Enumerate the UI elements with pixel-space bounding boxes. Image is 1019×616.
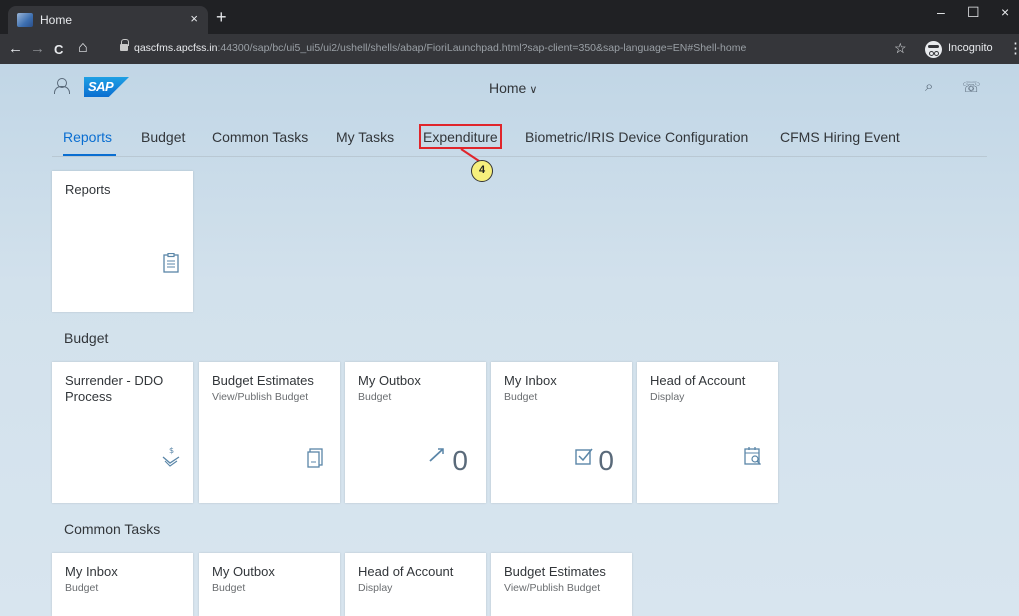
anchor-bar-divider xyxy=(52,156,987,157)
tile-subtitle: Budget xyxy=(504,391,538,403)
tile-title: Head of Account xyxy=(358,564,454,579)
tile-head-of-account-display[interactable]: Head of Account Display xyxy=(637,362,778,503)
back-arrow-icon[interactable]: ← xyxy=(8,40,23,57)
tab-my-tasks[interactable]: My Tasks xyxy=(336,129,394,145)
tile-subtitle: View/Publish Budget xyxy=(212,391,309,403)
tile-budget-estimates-common[interactable]: Budget Estimates View/Publish Budget xyxy=(491,553,632,616)
group-title-budget: Budget xyxy=(64,330,109,346)
shell-title[interactable]: Home ∨ xyxy=(489,80,537,96)
notifications-icon[interactable]: ☏ xyxy=(962,78,981,96)
incognito-icon xyxy=(925,41,942,58)
tile-title: Head of Account xyxy=(650,373,746,388)
chevron-down-icon: ∨ xyxy=(529,84,538,96)
tile-title: My Inbox xyxy=(504,373,557,388)
tab-title: Home xyxy=(40,13,73,27)
browser-tab-home[interactable]: Home × xyxy=(8,6,208,34)
tile-reports[interactable]: Reports xyxy=(52,171,193,312)
browser-toolbar: ← → C ⌂ qascfms.apcfss.in:44300/sap/bc/u… xyxy=(0,34,1019,64)
tile-subtitle: Budget xyxy=(212,582,246,594)
tile-my-outbox-budget[interactable]: My Outbox Budget 0 xyxy=(345,362,486,503)
tile-subtitle: View/Publish Budget xyxy=(504,582,601,594)
tile-title: My Outbox xyxy=(212,564,275,579)
paper-plane-icon xyxy=(429,448,444,462)
new-tab-button[interactable]: + xyxy=(216,8,227,26)
tile-subtitle: Budget xyxy=(358,391,392,403)
tile-title: My Outbox xyxy=(358,373,421,388)
active-tab-indicator xyxy=(63,154,116,156)
tab-budget[interactable]: Budget xyxy=(141,129,185,145)
money-hand-icon: $ xyxy=(162,446,180,467)
reload-icon[interactable]: C xyxy=(54,42,63,57)
tile-title: Budget Estimates xyxy=(212,373,314,388)
svg-text:$: $ xyxy=(169,446,174,455)
tile-my-inbox[interactable]: My Inbox Budget xyxy=(52,553,193,616)
tile-surrender-ddo-process[interactable]: Surrender - DDO Process $ xyxy=(52,362,193,503)
tile-subtitle: Budget xyxy=(65,582,99,594)
tile-subtitle: Display xyxy=(650,391,685,403)
tile-title: Reports xyxy=(65,182,111,197)
annotation-highlight-box xyxy=(419,124,502,149)
tab-biometric-iris[interactable]: Biometric/IRIS Device Configuration xyxy=(525,129,748,145)
address-bar[interactable]: qascfms.apcfss.in:44300/sap/bc/ui5_ui5/u… xyxy=(112,38,914,60)
minimize-button[interactable]: – xyxy=(937,4,945,20)
incognito-label: Incognito xyxy=(948,42,993,54)
clipboard-icon xyxy=(163,253,179,273)
sap-logo: SAP xyxy=(84,77,129,97)
sap-favicon-icon xyxy=(17,13,33,27)
browser-menu-icon[interactable]: ⋮ xyxy=(1008,39,1019,57)
tile-my-outbox[interactable]: My Outbox Budget xyxy=(199,553,340,616)
tile-subtitle: Display xyxy=(358,582,393,594)
tab-close-icon[interactable]: × xyxy=(190,11,198,26)
forward-arrow-icon[interactable]: → xyxy=(30,40,45,57)
window-close-button[interactable]: × xyxy=(1001,4,1009,20)
tile-title: Budget Estimates xyxy=(504,564,606,579)
lock-icon xyxy=(120,39,129,52)
tile-count: 0 xyxy=(452,445,468,476)
tile-head-of-account[interactable]: Head of Account Display xyxy=(345,553,486,616)
home-icon[interactable]: ⌂ xyxy=(78,39,88,57)
tile-budget-estimates[interactable]: Budget Estimates View/Publish Budget xyxy=(199,362,340,503)
document-icon xyxy=(307,448,323,468)
tab-cfms-hiring-event[interactable]: CFMS Hiring Event xyxy=(780,129,900,145)
checkbox-icon xyxy=(575,448,593,465)
tile-my-inbox-budget[interactable]: My Inbox Budget 0 xyxy=(491,362,632,503)
tile-count: 0 xyxy=(598,445,614,476)
maximize-button[interactable]: ☐ xyxy=(967,4,980,21)
search-icon[interactable]: ⌕ xyxy=(925,78,933,95)
url-text: qascfms.apcfss.in:44300/sap/bc/ui5_ui5/u… xyxy=(134,42,747,54)
calendar-search-icon xyxy=(744,447,761,465)
tab-common-tasks[interactable]: Common Tasks xyxy=(212,129,308,145)
browser-tab-strip: Home × + – ☐ × xyxy=(0,0,1019,34)
user-icon[interactable] xyxy=(54,78,70,94)
annotation-step-badge: 4 xyxy=(471,160,493,182)
group-title-common-tasks: Common Tasks xyxy=(64,521,161,537)
tile-title: My Inbox xyxy=(65,564,118,579)
bookmark-star-icon[interactable]: ☆ xyxy=(894,40,907,57)
tile-title: Surrender - DDO Process xyxy=(65,373,164,404)
tab-reports[interactable]: Reports xyxy=(63,129,112,145)
